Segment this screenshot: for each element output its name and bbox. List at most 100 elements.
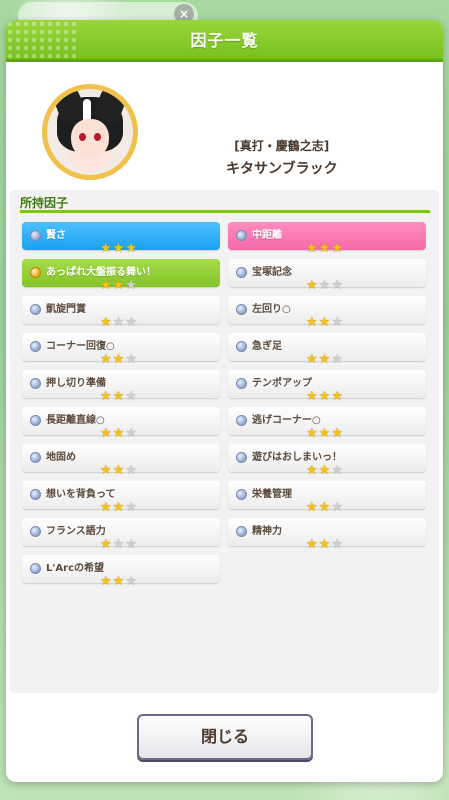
blue-orb-icon: [30, 341, 41, 352]
star-filled-icon: ★: [306, 389, 318, 404]
factor-stars: ★ ★ ★: [306, 242, 343, 256]
factor-name: 急ぎ足: [252, 341, 282, 352]
factor-item[interactable]: L'Arcの希望 ★ ★ ★: [22, 555, 220, 589]
factor-item[interactable]: 地固め ★ ★ ★: [22, 444, 220, 478]
star-empty-icon: ★: [331, 537, 343, 552]
blue-orb-icon: [236, 304, 247, 315]
star-filled-icon: ★: [306, 426, 318, 441]
star-filled-icon: ★: [100, 463, 112, 478]
factor-name: 押し切り準備: [46, 378, 106, 389]
character-name: キタサンブラック: [226, 161, 338, 177]
star-filled-icon: ★: [306, 315, 318, 330]
star-filled-icon: ★: [331, 241, 343, 256]
star-filled-icon: ★: [318, 315, 331, 330]
blue-orb-icon: [30, 304, 41, 315]
factor-item[interactable]: 急ぎ足 ★ ★ ★: [228, 333, 426, 367]
factor-stars: ★ ★ ★: [100, 279, 137, 293]
blue-orb-icon: [236, 452, 247, 463]
factor-item[interactable]: 想いを背負って ★ ★ ★: [22, 481, 220, 515]
star-empty-icon: ★: [125, 389, 137, 404]
factor-name: フランス語力: [46, 526, 106, 537]
factor-stars: ★ ★ ★: [306, 353, 343, 367]
star-filled-icon: ★: [331, 426, 343, 441]
factor-stars: ★ ★ ★: [306, 390, 343, 404]
factor-name: 中距離: [252, 230, 282, 241]
factor-item[interactable]: 左回り○ ★ ★ ★: [228, 296, 426, 330]
star-filled-icon: ★: [306, 537, 318, 552]
star-filled-icon: ★: [112, 352, 125, 367]
factor-item[interactable]: 遊びはおしまいっ！ ★ ★ ★: [228, 444, 426, 478]
factor-stars: ★ ★ ★: [100, 316, 137, 330]
star-filled-icon: ★: [100, 574, 112, 589]
close-button[interactable]: 閉じる: [137, 714, 313, 760]
star-filled-icon: ★: [100, 278, 112, 293]
factor-stars: ★ ★ ★: [100, 464, 137, 478]
factor-stars: ★ ★ ★: [306, 279, 343, 293]
star-empty-icon: ★: [112, 315, 125, 330]
factor-stars: ★ ★ ★: [306, 538, 343, 552]
star-filled-icon: ★: [306, 352, 318, 367]
star-empty-icon: ★: [331, 463, 343, 478]
star-filled-icon: ★: [112, 463, 125, 478]
character-title: [真打・慶鶴之志]: [234, 139, 330, 153]
factor-item[interactable]: 精神力 ★ ★ ★: [228, 518, 426, 552]
star-filled-icon: ★: [306, 278, 318, 293]
factor-item[interactable]: 宝塚記念 ★ ★ ★: [228, 259, 426, 293]
star-empty-icon: ★: [318, 278, 331, 293]
star-empty-icon: ★: [125, 315, 137, 330]
factor-stars: ★ ★ ★: [306, 464, 343, 478]
factor-item[interactable]: 栄養管理 ★ ★ ★: [228, 481, 426, 515]
factor-stars: ★ ★ ★: [100, 242, 137, 256]
blue-orb-icon: [236, 526, 247, 537]
star-filled-icon: ★: [112, 278, 125, 293]
star-empty-icon: ★: [125, 500, 137, 515]
factor-item[interactable]: フランス語力 ★ ★ ★: [22, 518, 220, 552]
blue-orb-icon: [236, 230, 247, 241]
factor-stars: ★ ★ ★: [306, 427, 343, 441]
star-filled-icon: ★: [112, 500, 125, 515]
factor-name: テンポアップ: [252, 378, 312, 389]
star-filled-icon: ★: [112, 574, 125, 589]
star-filled-icon: ★: [112, 241, 125, 256]
star-empty-icon: ★: [125, 463, 137, 478]
factor-stars: ★ ★ ★: [306, 316, 343, 330]
factor-item[interactable]: 凱旋門賞 ★ ★ ★: [22, 296, 220, 330]
factor-stars: ★ ★ ★: [100, 427, 137, 441]
factor-name: 栄養管理: [252, 489, 292, 500]
factor-item[interactable]: 押し切り準備 ★ ★ ★: [22, 370, 220, 404]
factor-name: 精神力: [252, 526, 282, 537]
blue-orb-icon: [30, 563, 41, 574]
star-filled-icon: ★: [318, 500, 331, 515]
factor-name: 左回り○: [252, 304, 291, 315]
factor-name: 長距離直線○: [46, 415, 105, 426]
factor-item[interactable]: 賢さ ★ ★ ★: [22, 222, 220, 256]
avatar: [42, 84, 138, 180]
star-filled-icon: ★: [100, 537, 112, 552]
factor-item[interactable]: 中距離 ★ ★ ★: [228, 222, 426, 256]
star-filled-icon: ★: [100, 315, 112, 330]
blue-orb-icon: [30, 230, 41, 241]
character-profile: [真打・慶鶴之志] キタサンブラック: [6, 62, 443, 182]
dialog-header: 因子一覧: [6, 20, 443, 62]
factor-stars: ★ ★ ★: [100, 501, 137, 515]
factor-item[interactable]: 長距離直線○ ★ ★ ★: [22, 407, 220, 441]
factor-item[interactable]: あっぱれ大盤振る舞い！ ★ ★ ★: [22, 259, 220, 293]
factor-item[interactable]: テンポアップ ★ ★ ★: [228, 370, 426, 404]
star-filled-icon: ★: [125, 241, 137, 256]
factor-item[interactable]: コーナー回復○ ★ ★ ★: [22, 333, 220, 367]
factor-panel: 所持因子 賢さ ★ ★ ★ あっぱれ大盤振る舞い！ ★ ★ ★ 凱旋門賞 ★ ★ ★ コーナー回復○ ★ ★…: [10, 190, 439, 693]
blue-orb-icon: [30, 452, 41, 463]
blue-orb-icon: [236, 415, 247, 426]
star-filled-icon: ★: [318, 241, 331, 256]
star-empty-icon: ★: [331, 352, 343, 367]
factor-item[interactable]: 逃げコーナー○ ★ ★ ★: [228, 407, 426, 441]
factor-stars: ★ ★ ★: [100, 390, 137, 404]
star-filled-icon: ★: [112, 426, 125, 441]
star-empty-icon: ★: [331, 315, 343, 330]
blue-orb-icon: [30, 378, 41, 389]
star-empty-icon: ★: [331, 278, 343, 293]
section-label: 所持因子: [20, 196, 75, 210]
blue-orb-icon: [236, 489, 247, 500]
factor-name: 賢さ: [46, 230, 66, 241]
star-filled-icon: ★: [112, 389, 125, 404]
